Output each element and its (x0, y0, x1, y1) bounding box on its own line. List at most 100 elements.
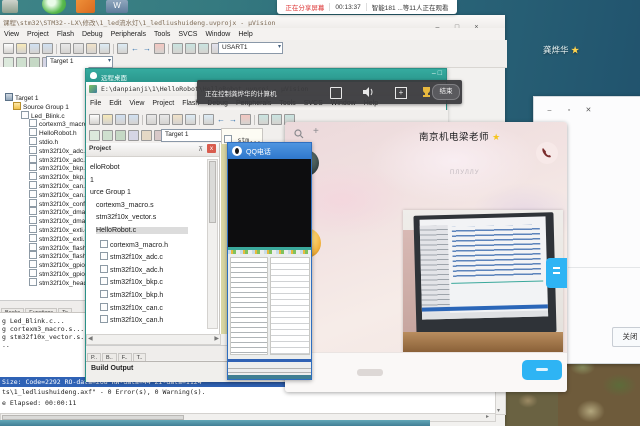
forward-icon[interactable]: → (143, 44, 151, 53)
tree-item-stm32f10x_adc.h[interactable]: stm32f10x_adc.h (100, 265, 163, 274)
tree-item-stdio.h[interactable]: stdio.h (29, 137, 58, 146)
tree-item-stm32f10x_gpio.c[interactable]: stm32f10x_gpio.c (29, 260, 89, 269)
tree-item-stm32f10x_adc.c[interactable]: stm32f10x_adc.c (100, 252, 163, 261)
copy-icon[interactable] (73, 43, 84, 54)
save-icon[interactable] (115, 114, 126, 125)
end-session-button[interactable]: 结束 (432, 84, 460, 100)
open-icon[interactable] (102, 114, 113, 125)
new-file-icon[interactable] (3, 43, 14, 54)
tree-item-stm32f10x_dma.h[interactable]: stm32f10x_dma.h (29, 216, 89, 225)
back-icon[interactable]: ← (131, 44, 139, 53)
menu-edit[interactable]: Edit (105, 99, 125, 108)
usart-combo[interactable]: USART1 (218, 42, 283, 54)
back-icon[interactable]: ← (217, 115, 225, 124)
cut-icon[interactable] (60, 43, 71, 54)
flag2-icon[interactable] (271, 114, 282, 125)
tree-item-stm32f10x_heads.h[interactable]: stm32f10x_heads.h (29, 278, 89, 287)
panel-close-icon[interactable]: x (207, 144, 216, 153)
tree-item-stm32f10x_gpio.h[interactable]: stm32f10x_gpio.h (29, 269, 89, 278)
flag-icon[interactable] (258, 114, 269, 125)
add-window-icon[interactable]: + (395, 87, 407, 99)
menu-window[interactable]: Window (201, 30, 234, 39)
tree-item-1[interactable]: 1 (90, 177, 94, 184)
main-title-bar[interactable]: 课程\stm32\STM32--LX\修改\1_led流水灯\1_ledlius… (0, 15, 505, 29)
menu-project[interactable]: Project (148, 99, 178, 108)
tree-item-Led_Blink.c[interactable]: Led_Blink.c (21, 111, 65, 120)
menu-view[interactable]: View (0, 30, 23, 39)
menu-svcs[interactable]: SVCS (174, 30, 201, 39)
menu-flash[interactable]: Flash (53, 30, 78, 39)
redo-icon[interactable] (117, 43, 128, 54)
video-feed-photo[interactable] (403, 210, 563, 352)
tree-item-stm32f10x_can.c[interactable]: stm32f10x_can.c (100, 303, 163, 312)
save-icon[interactable] (29, 43, 40, 54)
maximize-button[interactable]: ▫ (561, 106, 576, 116)
tree-item-stm32f10x_flash.c[interactable]: stm32f10x_flash.c (29, 243, 89, 252)
360-browser-icon[interactable] (42, 0, 66, 14)
remote-window-controls[interactable]: – □ (432, 70, 442, 77)
chat-side-button[interactable] (546, 258, 567, 288)
voice-call-button[interactable] (536, 142, 558, 164)
save-all-icon[interactable] (42, 43, 53, 54)
new-file-icon[interactable] (89, 114, 100, 125)
paste-icon[interactable] (86, 43, 97, 54)
tree-item-HelloRobot.c[interactable]: HelloRobot.c (96, 227, 188, 234)
copy-icon[interactable] (159, 114, 170, 125)
flag2-icon[interactable] (185, 43, 196, 54)
open-icon[interactable] (16, 43, 27, 54)
menu-tools[interactable]: Tools (150, 30, 174, 39)
remote-project-header[interactable]: Project ⊼ x (86, 143, 219, 157)
flag-icon[interactable] (172, 43, 183, 54)
bookmark-icon[interactable] (154, 43, 165, 54)
tree-item-stm32f10x_bkp.c[interactable]: stm32f10x_bkp.c (29, 163, 88, 172)
shared-screen-preview[interactable] (228, 247, 311, 379)
input-pill[interactable] (357, 369, 383, 376)
plus-icon[interactable]: + (313, 126, 319, 137)
paste-icon[interactable] (172, 114, 183, 125)
undo-icon[interactable] (99, 43, 110, 54)
menu-project[interactable]: Project (23, 30, 53, 39)
minimize-button[interactable]: – (542, 106, 557, 116)
redo-icon[interactable] (203, 114, 214, 125)
tree-item-stm32f10x_bkp.h[interactable]: stm32f10x_bkp.h (100, 290, 163, 299)
tree-item-cortexm3_macro.h[interactable]: cortexm3_macro.h (100, 240, 168, 249)
forward-icon[interactable]: → (229, 115, 237, 124)
save-all-icon[interactable] (128, 114, 139, 125)
tree-item-urce Group 1[interactable]: urce Group 1 (90, 189, 131, 196)
tree-item-stm32f10x_exti.h[interactable]: stm32f10x_exti.h (29, 234, 88, 243)
menu-file[interactable]: File (86, 99, 105, 108)
tree-item-Target 1[interactable]: Target 1 (5, 93, 39, 102)
tree-item-stm32f10x_conf.h[interactable]: stm32f10x_conf.h (29, 199, 89, 208)
tree-item-cortexm3_macro.h[interactable]: cortexm3_macro.h (29, 119, 89, 128)
office-icon[interactable] (76, 0, 95, 13)
menu-debug[interactable]: Debug (78, 30, 107, 39)
tree-item-stm32f10x_adc.h[interactable]: stm32f10x_adc.h (29, 155, 89, 164)
close-button[interactable]: ✕ (581, 106, 596, 116)
tree-item-HelloRobot.h[interactable]: HelloRobot.h (29, 128, 77, 137)
tree-item-stm32f10x_can.c[interactable]: stm32f10x_can.c (29, 181, 88, 190)
tree-item-stm32f10x_bkp.c[interactable]: stm32f10x_bkp.c (100, 277, 163, 286)
batch-build-icon[interactable] (128, 130, 139, 141)
build-icon[interactable] (102, 130, 113, 141)
qq-call-title-bar[interactable]: QQ电话 (228, 143, 311, 159)
tree-item-elloRobot[interactable]: elloRobot (90, 164, 120, 171)
rebuild-icon[interactable] (115, 130, 126, 141)
flag3-icon[interactable] (198, 43, 209, 54)
tree-item-stm32f10x_exti.c[interactable]: stm32f10x_exti.c (29, 225, 88, 234)
remote-panel-hscroll[interactable]: ◀ ▶ (86, 334, 221, 345)
remote-tree-scrollbar[interactable] (207, 159, 218, 329)
speaker-icon[interactable] (363, 87, 375, 97)
share-viewers-label[interactable]: 智能181 ...等11人正在观看 (372, 2, 449, 12)
bookmark-icon[interactable] (240, 114, 251, 125)
fullscreen-icon[interactable] (330, 87, 342, 99)
tree-item-stm32f10x_dma.c[interactable]: stm32f10x_dma.c (29, 207, 89, 216)
tree-item-cortexm3_macro.s[interactable]: cortexm3_macro.s (96, 202, 154, 209)
tree-item-stm32f10x_flash.h[interactable]: stm32f10x_flash.h (29, 251, 89, 260)
menu-help[interactable]: Help (234, 30, 256, 39)
tree-item-stm32f10x_bkp.h[interactable]: stm32f10x_bkp.h (29, 172, 89, 181)
close-panel-button[interactable]: 关闭 (612, 327, 640, 347)
menu-view[interactable]: View (125, 99, 148, 108)
tree-item-stm32f10x_can.h[interactable]: stm32f10x_can.h (100, 315, 163, 324)
load-icon[interactable] (141, 130, 152, 141)
tree-item-Source Group 1[interactable]: Source Group 1 (13, 102, 69, 111)
